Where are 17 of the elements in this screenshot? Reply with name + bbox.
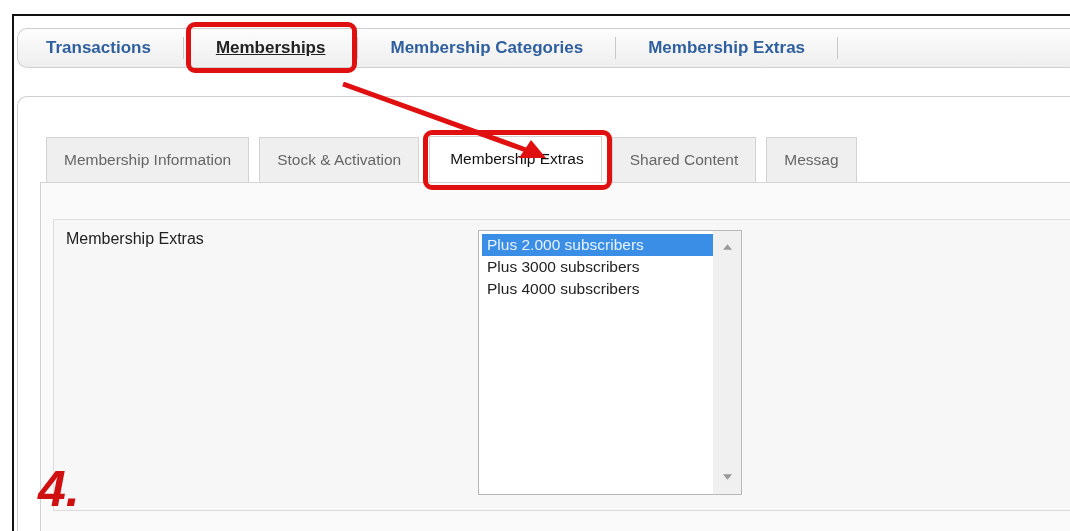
list-box[interactable]: Plus 2.000 subscribers Plus 3000 subscribers Plus 4000 subscribers bbox=[478, 230, 742, 495]
list-option[interactable]: Plus 3000 subscribers bbox=[482, 256, 713, 278]
nav-link[interactable]: Memberships bbox=[215, 38, 326, 57]
nav-link[interactable]: Membership Extras bbox=[648, 38, 806, 57]
list-option[interactable]: Plus 2.000 subscribers bbox=[482, 234, 713, 256]
tab[interactable]: Membership Information bbox=[46, 137, 250, 182]
scroll-up-icon[interactable] bbox=[722, 244, 732, 250]
step-number: 4. bbox=[38, 464, 80, 514]
list-option[interactable]: Plus 4000 subscribers bbox=[482, 278, 713, 300]
nav-link[interactable]: Membership Categories bbox=[390, 38, 584, 57]
nav-link[interactable]: Transactions bbox=[46, 38, 151, 57]
tab[interactable]: Membership Extras bbox=[429, 136, 602, 182]
scroll-down-icon[interactable] bbox=[722, 474, 732, 480]
tab[interactable]: Stock & Activation bbox=[259, 137, 420, 182]
tab[interactable]: Shared Content bbox=[611, 137, 757, 182]
tab[interactable]: Messag bbox=[766, 137, 857, 182]
scrollbar[interactable] bbox=[713, 231, 741, 494]
